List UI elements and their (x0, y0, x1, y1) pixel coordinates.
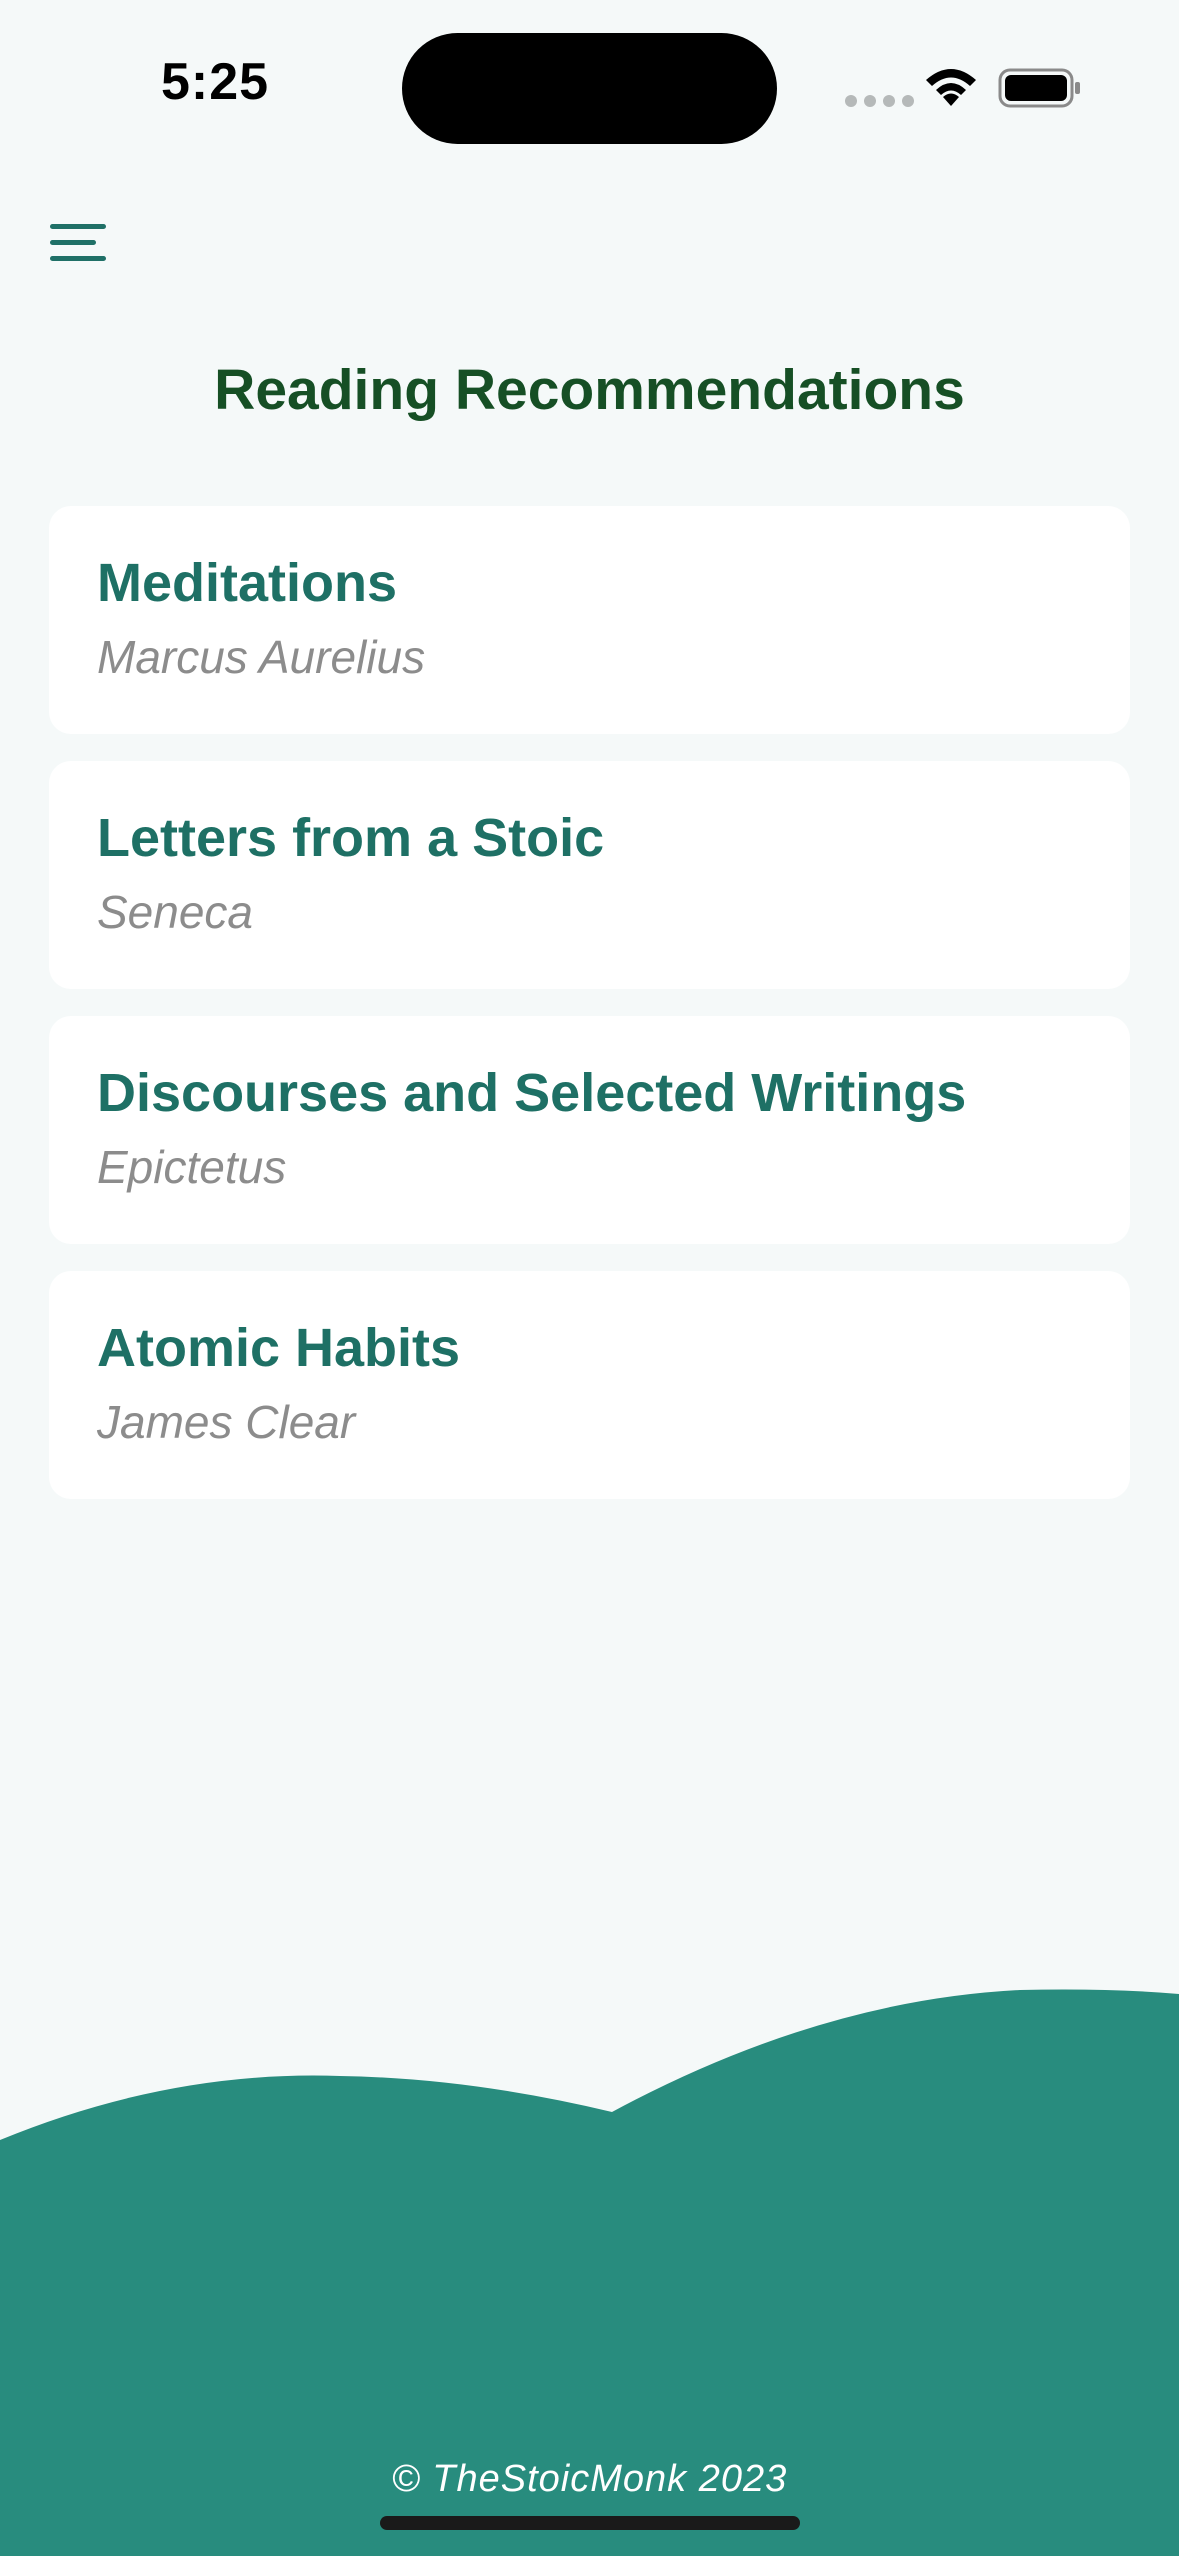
book-list: Meditations Marcus Aurelius Letters from… (49, 506, 1130, 1526)
book-author: Epictetus (97, 1141, 287, 1193)
book-card-letters-from-a-stoic[interactable]: Letters from a Stoic Seneca (49, 761, 1130, 989)
status-bar: 5:25 (0, 0, 1179, 150)
footer-copyright: © TheStoicMonk 2023 (391, 2458, 788, 2500)
status-time: 5:25 (160, 53, 270, 111)
book-title: Discourses and Selected Writings (97, 1063, 967, 1123)
book-author: Seneca (97, 886, 254, 938)
book-card-meditations[interactable]: Meditations Marcus Aurelius (49, 506, 1130, 734)
dynamic-island (402, 33, 777, 144)
page-title: Reading Recommendations (214, 358, 965, 422)
book-card-discourses[interactable]: Discourses and Selected Writings Epictet… (49, 1016, 1130, 1244)
hamburger-menu-icon[interactable] (48, 218, 108, 266)
battery-icon (998, 68, 1080, 108)
cellular-signal-icon (845, 95, 914, 107)
book-author: Marcus Aurelius (97, 631, 426, 683)
book-card-atomic-habits[interactable]: Atomic Habits James Clear (49, 1271, 1130, 1499)
book-author: James Clear (97, 1396, 356, 1448)
home-indicator[interactable] (380, 2516, 800, 2530)
book-title: Meditations (97, 553, 398, 613)
wifi-icon (926, 69, 976, 106)
book-title: Atomic Habits (97, 1318, 461, 1378)
book-title: Letters from a Stoic (97, 808, 605, 868)
